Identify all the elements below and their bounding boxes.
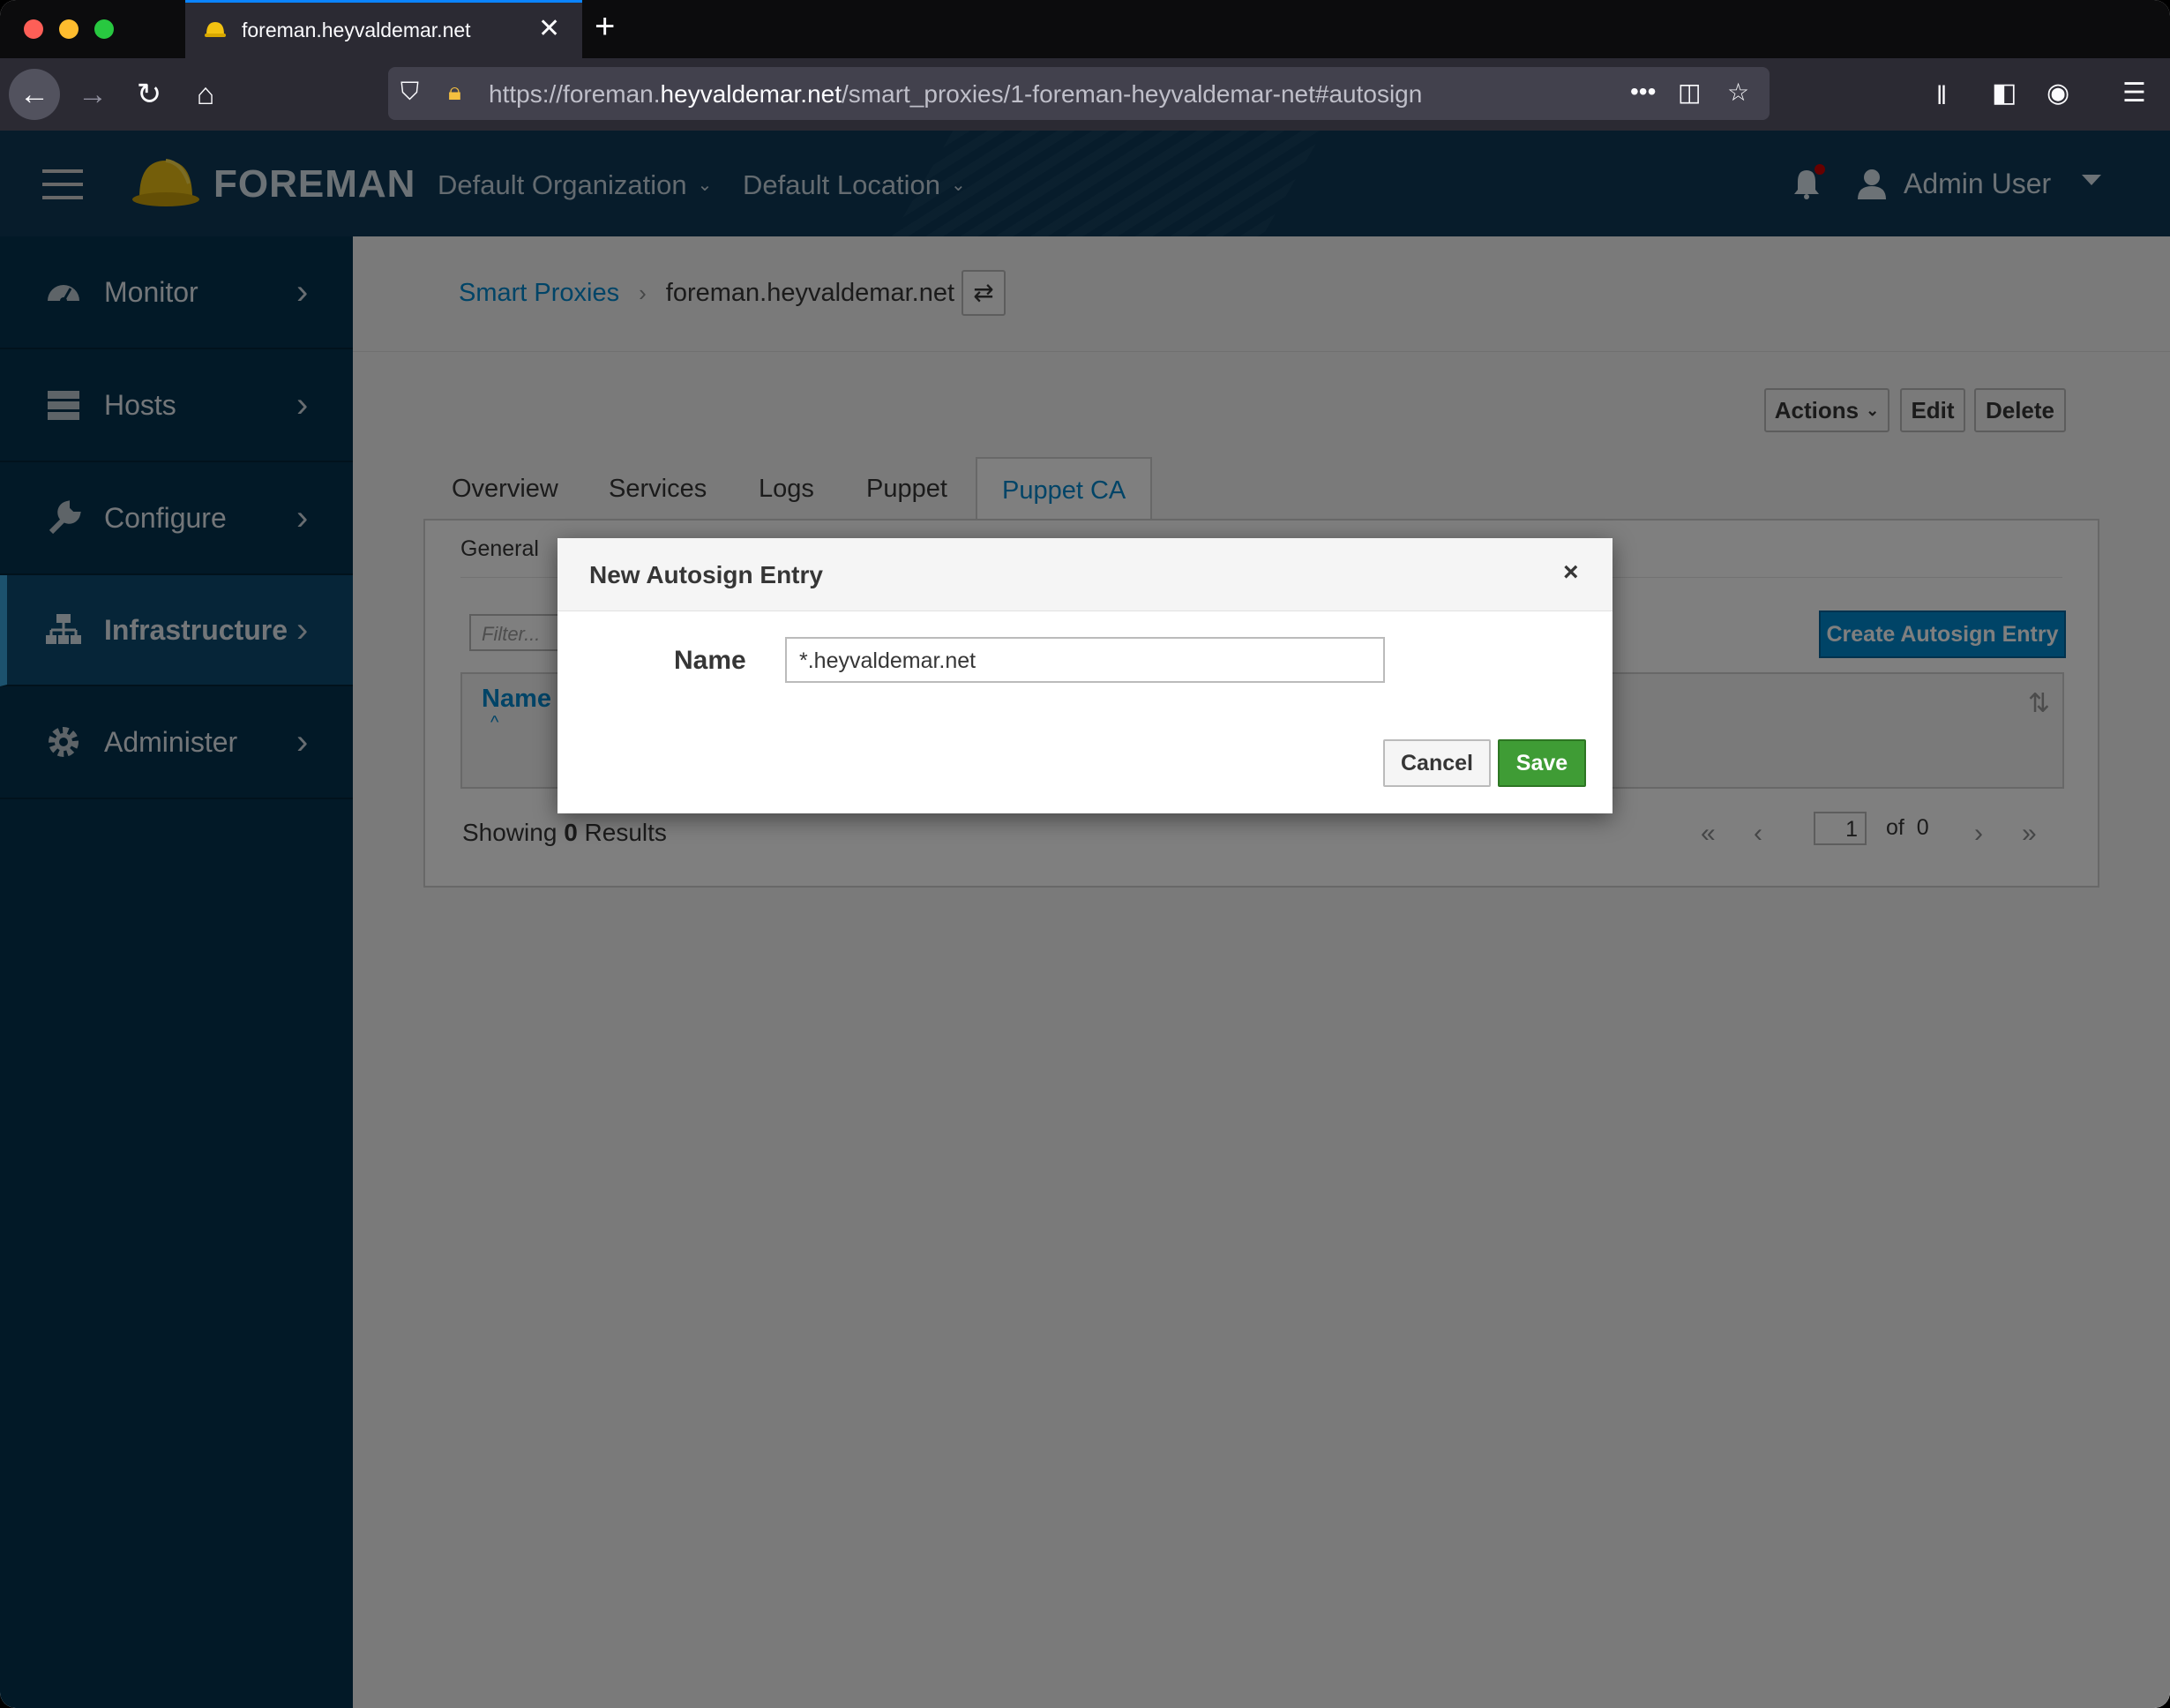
browser-toolbar: ← → ↻ ⌂ ⛉ 🔒︎ https://foreman.heyvaldemar… — [0, 58, 2170, 132]
minimize-window-button[interactable] — [59, 19, 79, 39]
maximize-window-button[interactable] — [94, 19, 114, 39]
modal-header: New Autosign Entry × — [557, 538, 1613, 611]
account-icon[interactable]: ◉ — [2047, 78, 2069, 109]
browser-tab-strip: foreman.heyvaldemar.net ✕ + — [0, 0, 2170, 58]
tab-close-icon[interactable]: ✕ — [538, 13, 560, 44]
foreman-app: FOREMAN Default Organization⌄ Default Lo… — [0, 131, 2170, 1708]
new-autosign-entry-dialog: New Autosign Entry × Name *.heyvaldemar.… — [557, 538, 1613, 813]
browser-tab[interactable]: foreman.heyvaldemar.net ✕ — [185, 0, 582, 58]
foreman-favicon-icon — [205, 22, 226, 37]
new-tab-icon[interactable]: + — [595, 7, 615, 47]
reload-icon[interactable]: ↻ — [123, 69, 175, 120]
pocket-icon[interactable]: ◫ — [1678, 78, 1701, 107]
name-field[interactable]: *.heyvaldemar.net — [785, 637, 1385, 683]
name-field-label: Name — [674, 646, 746, 675]
modal-backdrop[interactable] — [0, 131, 2170, 1708]
menu-icon[interactable]: ☰ — [2122, 78, 2146, 109]
url-text: https://foreman.heyvaldemar.net/smart_pr… — [489, 80, 1423, 108]
close-window-button[interactable] — [24, 19, 43, 39]
browser-window: foreman.heyvaldemar.net ✕ + ← → ↻ ⌂ ⛉ 🔒︎… — [0, 0, 2170, 1708]
modal-title: New Autosign Entry — [589, 561, 823, 588]
browser-tab-title: foreman.heyvaldemar.net — [242, 19, 471, 41]
close-icon[interactable]: × — [1563, 558, 1579, 588]
address-bar[interactable]: ⛉ 🔒︎ https://foreman.heyvaldemar.net/sma… — [388, 67, 1770, 120]
insecure-lock-icon[interactable]: 🔒︎ — [448, 78, 461, 107]
home-icon[interactable]: ⌂ — [180, 69, 231, 120]
bookmark-star-icon[interactable]: ☆ — [1727, 78, 1749, 107]
save-button[interactable]: Save — [1498, 739, 1586, 787]
sidebar-toggle-icon[interactable]: ◧ — [1992, 78, 2017, 109]
library-icon[interactable]: 𝍪 — [1937, 76, 1946, 121]
cancel-button[interactable]: Cancel — [1383, 739, 1491, 787]
tracking-shield-icon[interactable]: ⛉ — [400, 78, 419, 107]
page-actions-icon[interactable]: ••• — [1630, 78, 1656, 106]
back-arrow-icon[interactable]: ← — [9, 69, 60, 120]
forward-arrow-icon[interactable]: → — [67, 69, 118, 120]
